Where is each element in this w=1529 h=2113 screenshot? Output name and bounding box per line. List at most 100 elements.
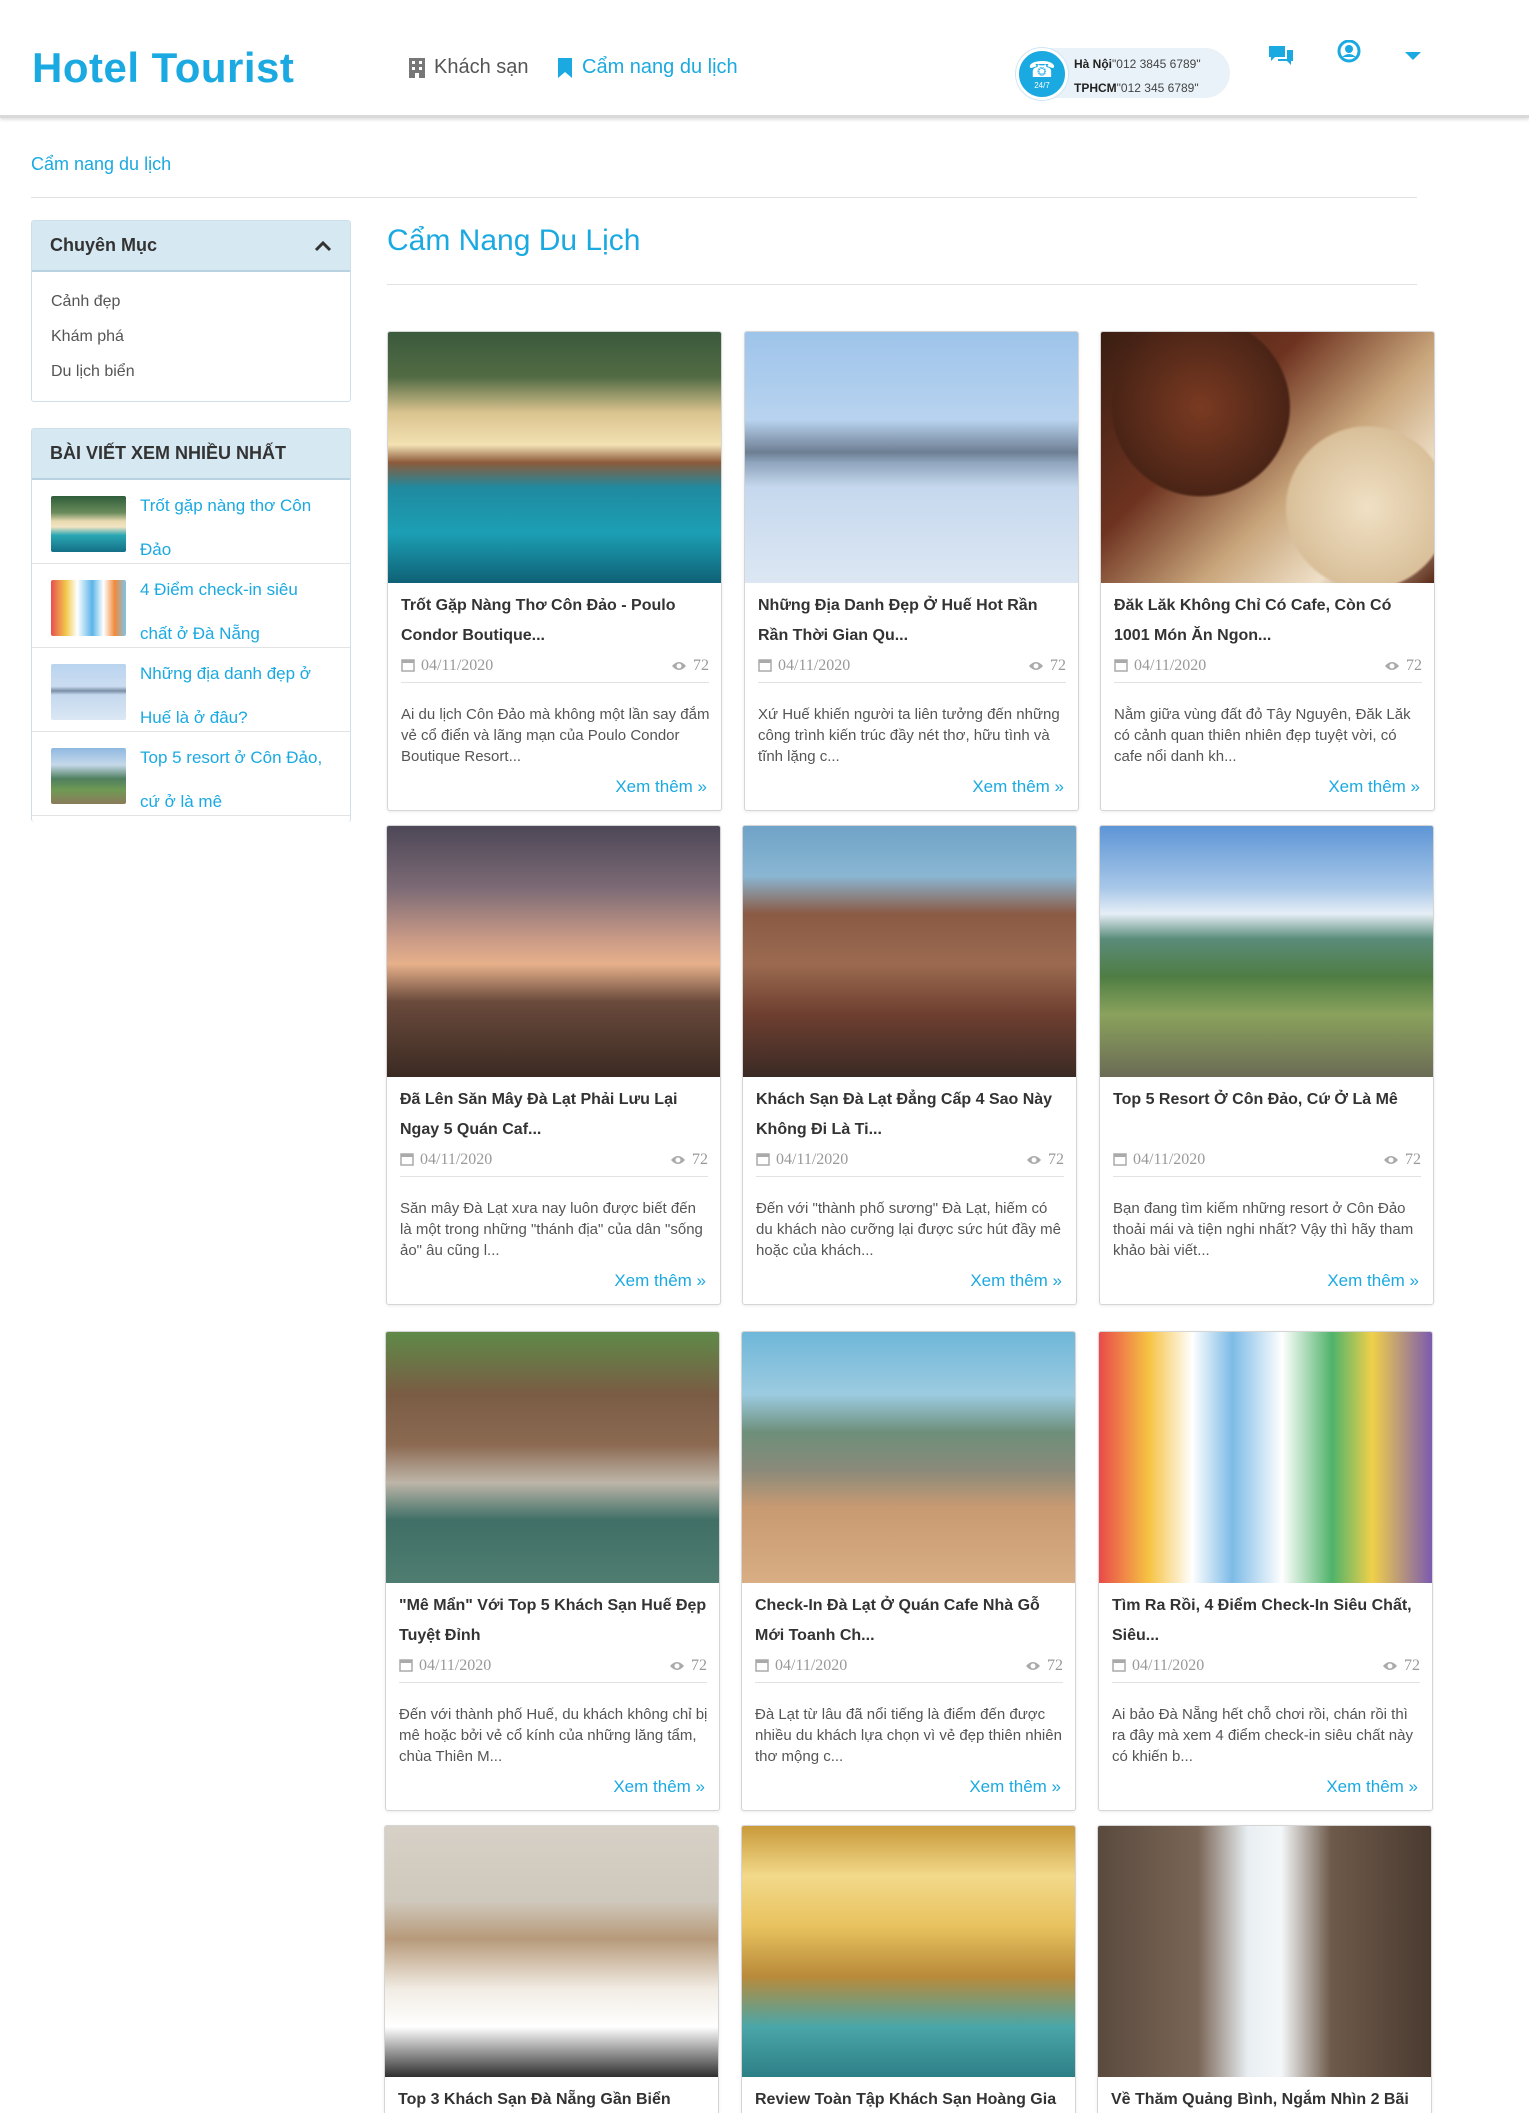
article-title[interactable]: Khách Sạn Đà Lạt Đẳng Cấp 4 Sao Này Khôn…: [756, 1085, 1066, 1145]
caret-down-icon[interactable]: [1398, 40, 1428, 70]
article-title[interactable]: Check-In Đà Lạt Ở Quán Cafe Nhà Gỗ Mới T…: [755, 1591, 1065, 1651]
category-item-du-lich-bien[interactable]: Du lịch biển: [32, 354, 350, 389]
article-title[interactable]: Đã Lên Săn Mây Đà Lạt Phải Lưu Lại Ngay …: [400, 1085, 710, 1145]
read-more-link[interactable]: Xem thêm »: [970, 1271, 1062, 1291]
eye-icon: [1383, 1662, 1397, 1670]
article-card[interactable]: Khách Sạn Đà Lạt Đẳng Cấp 4 Sao Này Khôn…: [742, 825, 1077, 1305]
hotline-box[interactable]: ☎ 24/7 Hà Nội"012 3845 6789" TPHCM"012 3…: [1016, 48, 1230, 100]
eye-icon: [670, 1662, 684, 1670]
article-card[interactable]: Tìm Ra Rồi, 4 Điểm Check-In Siêu Chất, S…: [1098, 1331, 1433, 1811]
popular-post-title[interactable]: Những địa danh đẹp ở Huế là ở đâu?: [140, 652, 330, 740]
article-title[interactable]: Review Toàn Tập Khách Sạn Hoàng Gia: [755, 2085, 1065, 2113]
popular-post-item[interactable]: 4 Điểm check-in siêu chất ở Đà Nẵng: [32, 564, 350, 648]
article-title[interactable]: Trốt Gặp Nàng Thơ Côn Đảo - Poulo Condor…: [401, 591, 711, 651]
read-more-link[interactable]: Xem thêm »: [1327, 1271, 1419, 1291]
article-excerpt: Nằm giữa vùng đất đỏ Tây Nguyên, Đăk Lăk…: [1114, 706, 1411, 765]
article-image[interactable]: [385, 1826, 718, 2077]
popular-post-thumbnail[interactable]: [51, 748, 126, 804]
article-views-count: 72: [1048, 1151, 1064, 1168]
article-card[interactable]: Check-In Đà Lạt Ở Quán Cafe Nhà Gỗ Mới T…: [741, 1331, 1076, 1811]
article-meta: 04/11/2020 72: [758, 657, 1066, 683]
article-title[interactable]: Top 5 Resort Ở Côn Đảo, Cứ Ở Là Mê: [1113, 1085, 1423, 1115]
article-date: 04/11/2020: [1113, 1151, 1205, 1169]
chat-icon[interactable]: [1266, 40, 1296, 70]
article-views: 72: [671, 657, 709, 675]
article-card[interactable]: Top 3 Khách Sạn Đà Nẵng Gần Biển: [384, 1825, 719, 2113]
article-image[interactable]: [388, 332, 721, 583]
category-item-kham-pha[interactable]: Khám phá: [32, 319, 350, 354]
user-icon[interactable]: [1334, 40, 1364, 70]
article-card[interactable]: Trốt Gặp Nàng Thơ Côn Đảo - Poulo Condor…: [387, 331, 722, 811]
article-image[interactable]: [387, 826, 720, 1077]
category-item-canh-dep[interactable]: Cảnh đẹp: [32, 284, 350, 319]
read-more-link[interactable]: Xem thêm »: [1328, 777, 1420, 797]
article-views-count: 72: [691, 1657, 707, 1674]
calendar-icon: [400, 1153, 414, 1166]
article-card[interactable]: Về Thăm Quảng Bình, Ngắm Nhìn 2 Bãi: [1097, 1825, 1432, 2113]
article-image[interactable]: [1100, 826, 1433, 1077]
article-title[interactable]: Những Địa Danh Đẹp Ở Huế Hot Rần Rần Thờ…: [758, 591, 1068, 651]
popular-post-title[interactable]: 4 Điểm check-in siêu chất ở Đà Nẵng: [140, 568, 330, 656]
calendar-icon: [1113, 1153, 1127, 1166]
read-more-link[interactable]: Xem thêm »: [615, 777, 707, 797]
category-panel-header[interactable]: Chuyên Mục: [32, 221, 350, 272]
article-image[interactable]: [1098, 1826, 1431, 2077]
article-meta: 04/11/2020 72: [755, 1657, 1063, 1683]
article-card[interactable]: Những Địa Danh Đẹp Ở Huế Hot Rần Rần Thờ…: [744, 331, 1079, 811]
read-more-link[interactable]: Xem thêm »: [614, 1271, 706, 1291]
article-title[interactable]: Top 3 Khách Sạn Đà Nẵng Gần Biển: [398, 2085, 708, 2113]
article-date: 04/11/2020: [756, 1151, 848, 1169]
article-image[interactable]: [386, 1332, 719, 1583]
popular-post-item[interactable]: Trốt gặp nàng thơ Côn Đảo: [32, 480, 350, 564]
article-image[interactable]: [745, 332, 1078, 583]
article-excerpt: Xứ Huế khiến người ta liên tưởng đến nhữ…: [758, 706, 1060, 765]
title-divider: [387, 284, 1417, 285]
article-date-text: 04/11/2020: [775, 1657, 848, 1674]
popular-post-thumbnail[interactable]: [51, 580, 126, 636]
calendar-icon: [755, 1659, 769, 1672]
popular-post-thumbnail[interactable]: [51, 664, 126, 720]
read-more-link[interactable]: Xem thêm »: [969, 1777, 1061, 1797]
article-title[interactable]: Đăk Lăk Không Chỉ Có Cafe, Còn Có 1001 M…: [1114, 591, 1424, 651]
article-title[interactable]: Tìm Ra Rồi, 4 Điểm Check-In Siêu Chất, S…: [1112, 1591, 1422, 1651]
breadcrumb[interactable]: Cẩm nang du lịch: [31, 154, 171, 175]
read-more-link[interactable]: Xem thêm »: [613, 1777, 705, 1797]
eye-icon: [671, 1156, 685, 1164]
article-image[interactable]: [1101, 332, 1434, 583]
chevron-up-icon[interactable]: [314, 240, 332, 252]
article-views: 72: [1028, 657, 1066, 675]
article-image[interactable]: [742, 1332, 1075, 1583]
popular-post-thumbnail[interactable]: [51, 496, 126, 552]
popular-post-item[interactable]: Những địa danh đẹp ở Huế là ở đâu?: [32, 648, 350, 732]
site-logo[interactable]: Hotel Tourist: [32, 44, 294, 92]
eye-icon: [1027, 1156, 1041, 1164]
article-image[interactable]: [742, 1826, 1075, 2077]
site-header: Hotel Tourist Khách sạn Cẩm nang du lịch…: [0, 0, 1529, 118]
article-card[interactable]: Đã Lên Săn Mây Đà Lạt Phải Lưu Lại Ngay …: [386, 825, 721, 1305]
article-title[interactable]: Về Thăm Quảng Bình, Ngắm Nhìn 2 Bãi: [1111, 2085, 1421, 2113]
category-panel-title: Chuyên Mục: [50, 235, 158, 255]
popular-post-title[interactable]: Trốt gặp nàng thơ Côn Đảo: [140, 484, 330, 572]
nav-travel-guide[interactable]: Cẩm nang du lịch: [556, 56, 738, 79]
article-image[interactable]: [743, 826, 1076, 1077]
article-excerpt: Đến với "thành phố sương" Đà Lạt, hiếm c…: [756, 1200, 1061, 1259]
article-views-count: 72: [1047, 1657, 1063, 1674]
read-more-link[interactable]: Xem thêm »: [1326, 1777, 1418, 1797]
article-card[interactable]: Top 5 Resort Ở Côn Đảo, Cứ Ở Là Mê 04/11…: [1099, 825, 1434, 1305]
nav-hotels[interactable]: Khách sạn: [408, 56, 529, 79]
article-title[interactable]: "Mê Mẩn" Với Top 5 Khách Sạn Huế Đẹp Tuy…: [399, 1591, 709, 1651]
article-date: 04/11/2020: [399, 1657, 491, 1675]
read-more-link[interactable]: Xem thêm »: [972, 777, 1064, 797]
popular-post-title[interactable]: Top 5 resort ở Côn Đảo, cứ ở là mê: [140, 736, 330, 824]
article-card[interactable]: Đăk Lăk Không Chỉ Có Cafe, Còn Có 1001 M…: [1100, 331, 1435, 811]
article-card[interactable]: "Mê Mẩn" Với Top 5 Khách Sạn Huế Đẹp Tuy…: [385, 1331, 720, 1811]
article-card[interactable]: Review Toàn Tập Khách Sạn Hoàng Gia: [741, 1825, 1076, 2113]
article-views: 72: [1383, 1151, 1421, 1169]
article-date-text: 04/11/2020: [1133, 1151, 1206, 1168]
category-panel: Chuyên Mục Cảnh đẹp Khám phá Du lịch biể…: [31, 220, 351, 402]
article-image[interactable]: [1099, 1332, 1432, 1583]
popular-post-item[interactable]: Top 5 resort ở Côn Đảo, cứ ở là mê: [32, 732, 350, 816]
article-meta: 04/11/2020 72: [1112, 1657, 1420, 1683]
hotline-hcm-label: TPHCM: [1074, 81, 1117, 95]
calendar-icon: [399, 1659, 413, 1672]
